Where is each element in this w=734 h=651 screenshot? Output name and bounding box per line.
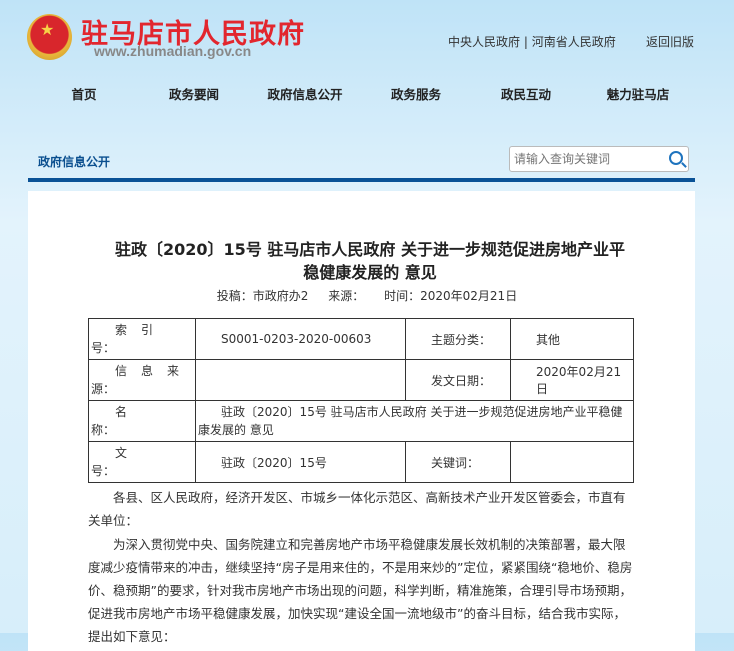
nav-services[interactable]: 政务服务 xyxy=(391,84,441,103)
link-central-gov[interactable]: 中央人民政府 xyxy=(448,35,520,49)
search-icon[interactable] xyxy=(669,151,683,165)
paragraph-addressees: 各县、区人民政府，经济开发区、市城乡一体化示范区、高新技术产业开发区管委会，市直… xyxy=(88,490,626,528)
date-label: 发文日期： xyxy=(405,359,512,401)
breadcrumb[interactable]: 政府信息公开 xyxy=(38,153,110,170)
meta-author: 投稿：市政府办2 xyxy=(216,289,309,303)
index-label: 索引 xyxy=(115,323,168,337)
info-table: 索引号： S0001-0203-2020-00603 主题分类： 其他 信息来源… xyxy=(87,318,634,483)
article-title: 驻政〔2020〕15号 驻马店市人民政府 关于进一步规范促进房地产业平稳健康发展… xyxy=(115,240,625,282)
nav-charm[interactable]: 魅力驻马店 xyxy=(607,84,670,103)
search-box xyxy=(509,146,689,172)
source-label-tail: 源： xyxy=(91,382,116,396)
nav-info-disclosure[interactable]: 政府信息公开 xyxy=(267,84,342,103)
search-input[interactable] xyxy=(510,147,660,171)
keywords-label: 关键词： xyxy=(405,441,512,483)
source-value xyxy=(195,359,407,401)
nav-interaction[interactable]: 政民互动 xyxy=(501,84,551,103)
meta-time: 时间：2020年02月21日 xyxy=(384,289,518,303)
link-henan-gov[interactable]: 河南省人民政府 xyxy=(532,35,616,49)
nav-home[interactable]: 首页 xyxy=(71,84,96,103)
source-label: 信息来 xyxy=(115,364,194,378)
site-url: www.zhumadian.gov.cn xyxy=(94,43,252,59)
old-version-link[interactable]: 返回旧版 xyxy=(646,33,694,50)
docno-label-tail: 号： xyxy=(91,464,116,478)
paragraph-intro: 为深入贯彻党中央、国务院建立和完善房地产市场平稳健康发展长效机制的决策部署，最大… xyxy=(88,537,633,644)
index-label-tail: 号： xyxy=(91,341,116,355)
name-value: 驻政〔2020〕15号 驻马店市人民政府 关于进一步规范促进房地产业平稳健康发展… xyxy=(195,400,634,442)
article-meta: 投稿：市政府办2 来源： 时间：2020年02月21日 xyxy=(0,287,734,304)
name-label-tail: 称： xyxy=(91,423,116,437)
top-links: 中央人民政府 | 河南省人民政府 xyxy=(448,33,616,50)
docno-label: 文 xyxy=(115,446,142,460)
keywords-value xyxy=(510,441,634,483)
star-icon: ★ xyxy=(40,20,55,39)
name-label: 名 xyxy=(115,405,142,419)
nav-news[interactable]: 政务要闻 xyxy=(169,84,219,103)
topic-label: 主题分类： xyxy=(405,318,512,360)
table-row: 索引号： S0001-0203-2020-00603 主题分类： 其他 xyxy=(87,318,634,360)
table-row: 信息来源： 发文日期： 2020年02月21日 xyxy=(87,359,634,401)
table-row: 文号： 驻政〔2020〕15号 关键词： xyxy=(87,441,634,483)
index-value: S0001-0203-2020-00603 xyxy=(195,318,407,360)
topic-value: 其他 xyxy=(510,318,634,360)
divider-bar xyxy=(28,178,695,182)
separator: | xyxy=(523,35,528,49)
date-value: 2020年02月21日 xyxy=(510,359,634,401)
meta-source: 来源： xyxy=(328,289,365,303)
national-emblem-logo: ★ xyxy=(27,14,72,60)
table-row: 名称： 驻政〔2020〕15号 驻马店市人民政府 关于进一步规范促进房地产业平稳… xyxy=(87,400,634,442)
docno-value: 驻政〔2020〕15号 xyxy=(195,441,407,483)
